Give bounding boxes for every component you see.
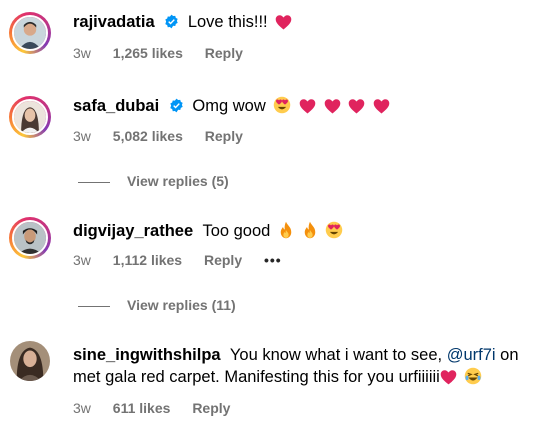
red-heart-icon [348, 98, 365, 120]
avatar[interactable] [12, 15, 48, 51]
timestamp: 3w [73, 45, 91, 61]
divider-line [78, 305, 110, 307]
heart-eyes-emoji-icon [325, 221, 343, 245]
laughing-emoji-icon [464, 367, 482, 391]
red-heart-icon [299, 98, 316, 120]
comment-text: Omg wow [192, 97, 266, 115]
comment-meta: 3w 5,082 likes Reply [73, 128, 261, 144]
likes-count[interactable]: 5,082 likes [113, 128, 183, 144]
fire-emoji-icon [278, 221, 294, 245]
view-replies-label: View replies (11) [127, 297, 236, 313]
comment-text: You know what i want to see, [229, 346, 443, 364]
comment-meta: 3w 1,265 likes Reply [73, 45, 261, 61]
comment-text-line: rajivadatia Love this!!! [73, 11, 292, 36]
red-heart-icon [373, 98, 390, 120]
reply-button[interactable]: Reply [205, 45, 243, 61]
red-heart-icon [440, 369, 457, 391]
view-replies-button[interactable]: View replies (5) [78, 173, 229, 189]
comment-text-line: sine_ingwithshilpa You know what i want … [73, 344, 533, 391]
comment-text-line: safa_dubai Omg wow [73, 95, 390, 120]
avatar-story-ring[interactable] [9, 340, 51, 382]
comment-meta: 3w 611 likes Reply [73, 400, 248, 416]
verified-badge-icon [170, 98, 183, 113]
avatar-story-ring[interactable] [9, 96, 51, 138]
verified-badge-icon [165, 14, 178, 29]
comment-text: Love this!!! [187, 13, 268, 31]
divider-line [78, 181, 110, 183]
avatar-story-ring[interactable] [9, 217, 51, 259]
timestamp: 3w [73, 400, 91, 416]
red-heart-icon [324, 98, 341, 120]
view-replies-button[interactable]: View replies (11) [78, 297, 236, 313]
reply-button[interactable]: Reply [205, 128, 243, 144]
comment-text-line: digvijay_rathee Too good [73, 220, 343, 245]
username-link[interactable]: digvijay_rathee [73, 222, 193, 240]
comment-text: Too good [202, 222, 271, 240]
likes-count[interactable]: 1,265 likes [113, 45, 183, 61]
likes-count[interactable]: 1,112 likes [113, 252, 182, 268]
avatar[interactable] [12, 99, 48, 135]
mention-link[interactable]: @urf7i [447, 346, 496, 364]
heart-eyes-emoji-icon [273, 96, 291, 120]
timestamp: 3w [73, 128, 91, 144]
more-options-icon[interactable]: ••• [264, 252, 282, 268]
username-link[interactable]: safa_dubai [73, 97, 159, 115]
reply-button[interactable]: Reply [192, 400, 230, 416]
view-replies-label: View replies (5) [127, 173, 229, 189]
reply-button[interactable]: Reply [204, 252, 242, 268]
timestamp: 3w [73, 252, 91, 268]
username-link[interactable]: rajivadatia [73, 13, 155, 31]
likes-count[interactable]: 611 likes [113, 400, 171, 416]
avatar[interactable] [12, 220, 48, 256]
avatar-story-ring[interactable] [9, 12, 51, 54]
avatar[interactable] [10, 341, 50, 381]
fire-emoji-icon [302, 221, 318, 245]
username-link[interactable]: sine_ingwithshilpa [73, 346, 221, 364]
red-heart-icon [275, 14, 292, 36]
comment-meta: 3w 1,112 likes Reply ••• [73, 252, 300, 268]
